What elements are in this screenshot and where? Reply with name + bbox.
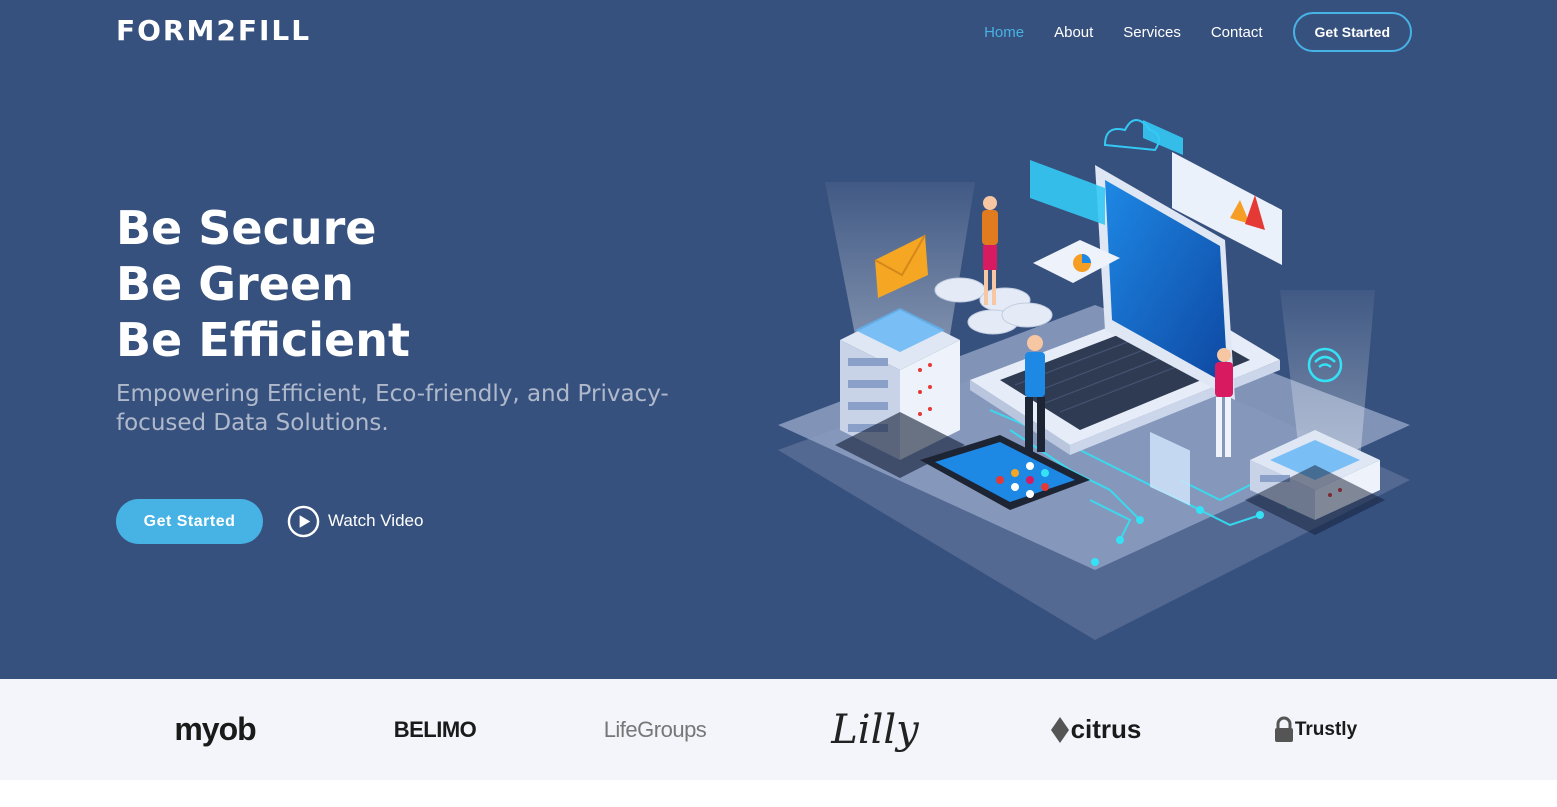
nav-home[interactable]: Home (984, 24, 1024, 41)
client-logo-myob: myob (174, 711, 256, 747)
hero-subtitle: Empowering Efficient, Eco-friendly, and … (116, 381, 669, 436)
citrus-leaf-icon (1050, 716, 1069, 743)
hero-illustration (778, 119, 1410, 640)
header-get-started-button[interactable]: Get Started (1292, 12, 1412, 52)
client-logo-lifegroups: LifeGroups (603, 716, 707, 742)
client-logo-trustly: Trustly (1265, 679, 1365, 780)
nav-contact[interactable]: Contact (1211, 24, 1263, 41)
nav-about[interactable]: About (1054, 24, 1093, 41)
nav-services[interactable]: Services (1123, 24, 1181, 41)
hero-get-started-button[interactable]: Get Started (116, 499, 263, 544)
hero-headline: Be Secure Be Green Be Efficient (116, 200, 410, 368)
site-logo[interactable]: FORM2FILL (116, 14, 311, 47)
watch-video-link[interactable]: Watch Video (287, 504, 423, 538)
client-logo-belimo: BELIMO (393, 716, 477, 742)
headline-line-3: Be Efficient (116, 313, 410, 367)
watch-video-label: Watch Video (328, 511, 424, 530)
headline-line-1: Be Secure (116, 201, 377, 255)
clients-section: myob BELIMO LifeGroups Lilly citrus Trus… (0, 679, 1557, 780)
main-nav: Home About Services Contact Get Started (954, 0, 1412, 64)
lock-icon (1274, 716, 1293, 742)
headline-line-2: Be Green (116, 257, 354, 311)
client-logo-citrus: citrus (1045, 679, 1145, 780)
person-standing-top (982, 196, 998, 305)
client-logo-lilly: Lilly (831, 706, 919, 753)
hero-section: FORM2FILL Home About Services Contact Ge… (0, 0, 1557, 679)
play-circle-icon (287, 505, 320, 537)
